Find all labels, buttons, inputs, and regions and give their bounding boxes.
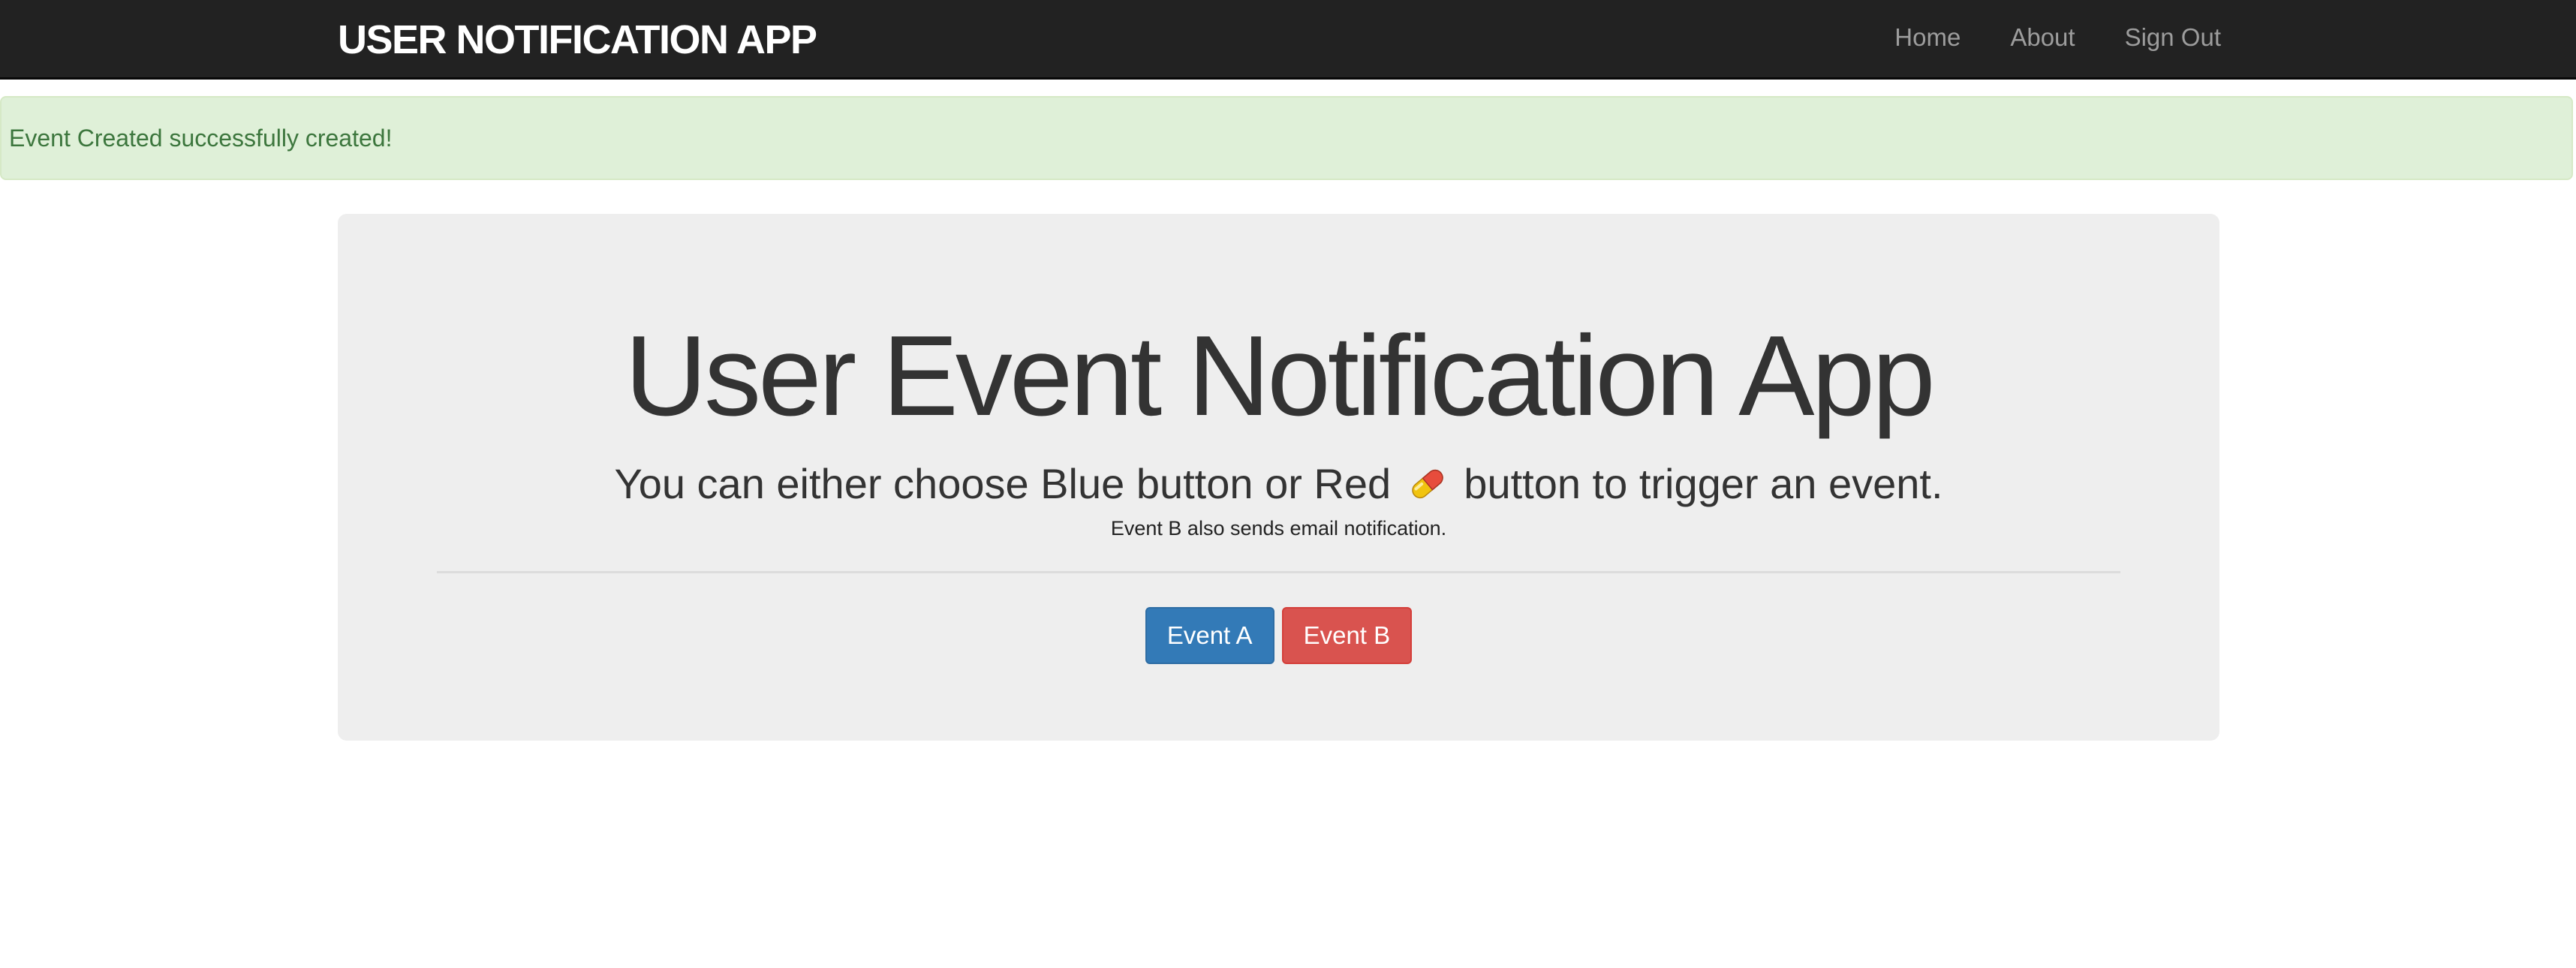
success-alert: Event Created successfully created! bbox=[0, 96, 2573, 180]
top-navbar: USER NOTIFICATION APP Home About Sign Ou… bbox=[0, 0, 2576, 80]
email-note: Event B also sends email notification. bbox=[1110, 517, 1447, 540]
success-alert-message: Event Created successfully created! bbox=[9, 125, 393, 152]
subtitle-text-before: You can either choose Blue button or Red bbox=[614, 460, 1392, 507]
subtitle-text-after: button to trigger an event. bbox=[1464, 460, 1943, 507]
page-subtitle: You can either choose Blue button or Red… bbox=[338, 463, 2219, 505]
nav-link-home[interactable]: Home bbox=[1894, 23, 1961, 52]
nav-link-about[interactable]: About bbox=[2010, 23, 2075, 52]
page-title: User Event Notification App bbox=[624, 312, 1935, 440]
jumbotron: User Event Notification App You can eith… bbox=[338, 214, 2219, 741]
nav-link-sign-out[interactable]: Sign Out bbox=[2125, 23, 2221, 52]
pill-icon bbox=[1407, 465, 1448, 503]
navbar-brand[interactable]: USER NOTIFICATION APP bbox=[338, 0, 817, 80]
divider bbox=[437, 571, 2120, 573]
event-a-button[interactable]: Event A bbox=[1145, 607, 1274, 664]
event-actions: Event A Event B bbox=[338, 607, 2219, 664]
nav-links: Home About Sign Out bbox=[1894, 0, 2221, 75]
event-b-button[interactable]: Event B bbox=[1281, 607, 1413, 664]
